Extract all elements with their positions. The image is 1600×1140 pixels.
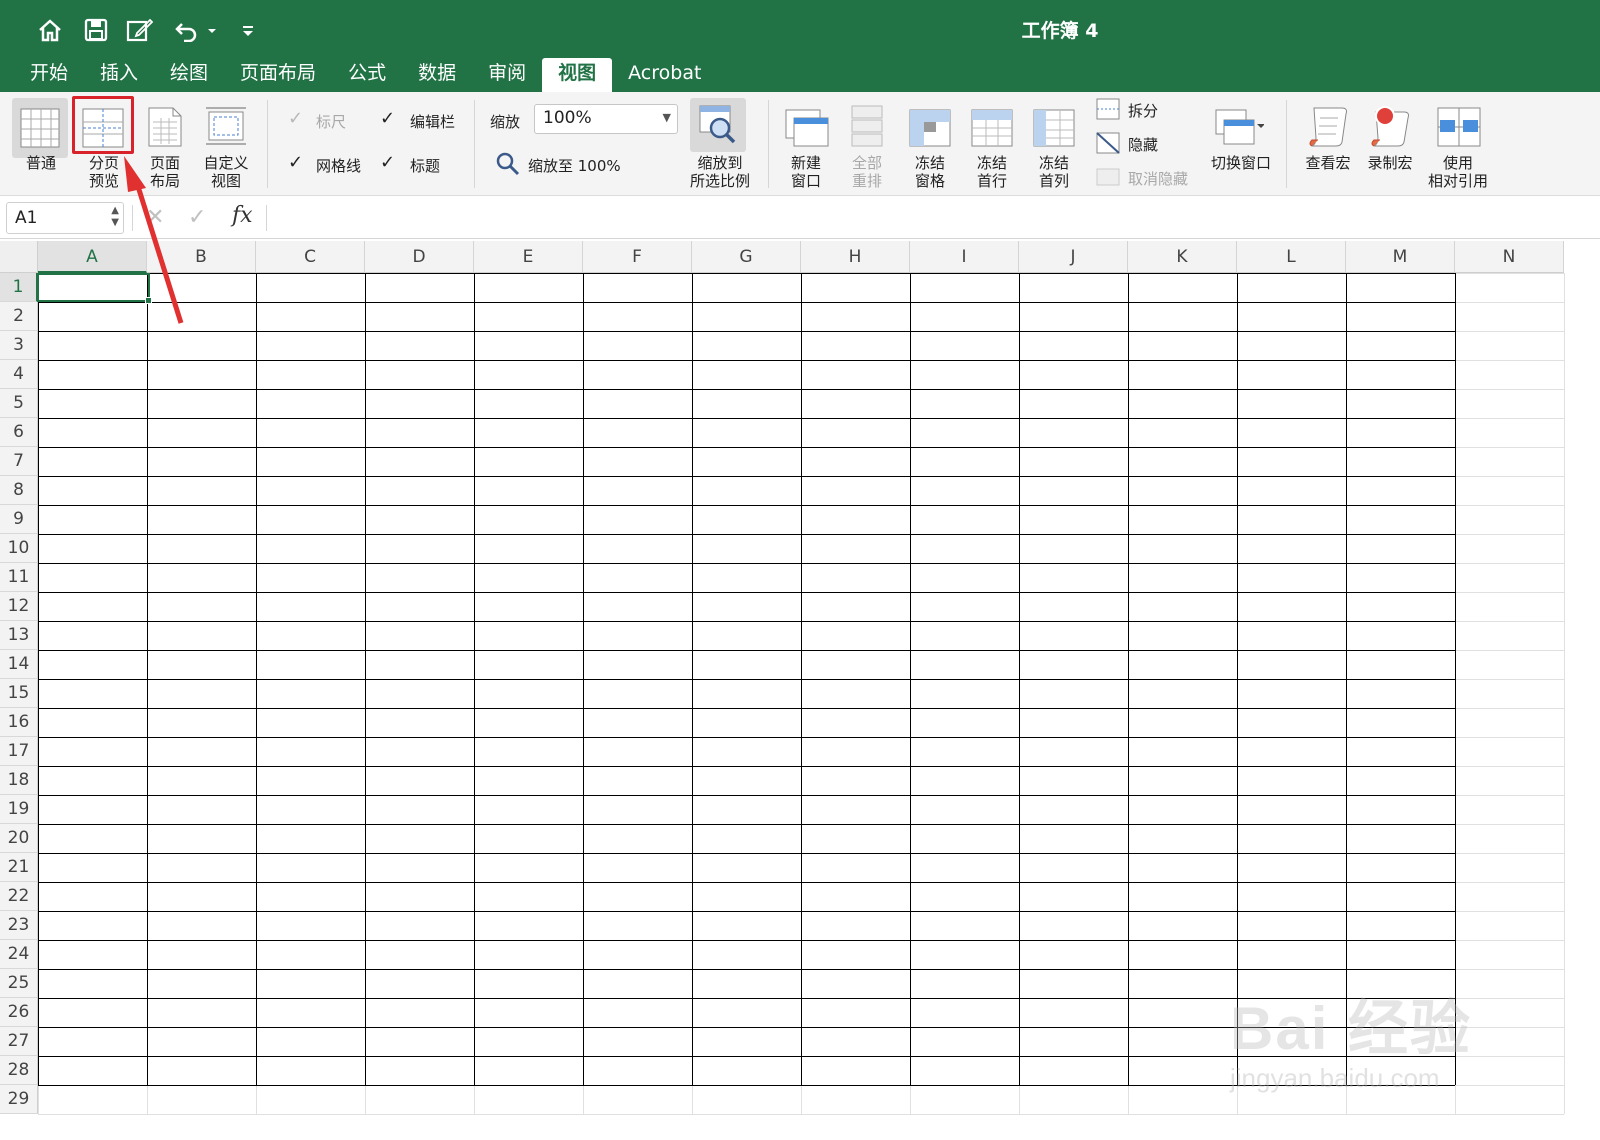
- watermark: Bai 经验 jingyan.baidu.com: [1230, 980, 1472, 1094]
- watermark-logo-text: Bai 经验: [1230, 995, 1473, 1062]
- watermark-url: jingyan.baidu.com: [1230, 1063, 1440, 1093]
- excel-window: 工作簿 4 开始 插入 绘图 页面布局 公式 数据 审阅 视图 Acrobat …: [0, 0, 1600, 1140]
- annotation-arrow: [124, 156, 184, 324]
